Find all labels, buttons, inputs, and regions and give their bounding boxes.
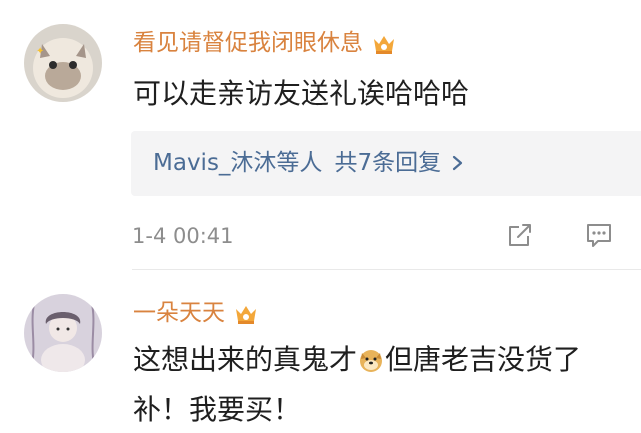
comment-text-part: 但唐老吉没货了	[385, 343, 582, 376]
doge-emoji-icon	[360, 350, 383, 372]
comment-icon[interactable]	[583, 219, 615, 251]
comment-text-line2: 补！我要买！	[133, 393, 302, 426]
comment-timestamp: 1-4 00:41	[132, 224, 234, 248]
comment-text: 这想出来的真鬼才 但唐老吉没货了	[133, 338, 581, 382]
share-icon[interactable]	[504, 219, 536, 251]
chevron-right-icon	[452, 155, 463, 171]
reply-preview-box[interactable]: Mavis_沐沐等人 共7条回复	[131, 131, 641, 196]
avatar[interactable]	[24, 294, 102, 372]
reply-summary[interactable]: Mavis_沐沐等人 共7条回复	[153, 147, 465, 179]
comment-text-part: 这想出来的真鬼才	[133, 343, 358, 376]
reply-count: 共7条回复	[334, 150, 442, 176]
comment-item: ✦ 看见请督促我闭眼休息 可以走亲访友送礼诶哈哈哈 Mavis_沐沐等人 共7条回…	[0, 0, 641, 270]
comment-text: 可以走亲访友送礼诶哈哈哈	[133, 77, 470, 110]
reply-users: Mavis_沐沐等人	[153, 150, 323, 176]
avatar[interactable]: ✦	[24, 24, 102, 102]
username[interactable]: 一朵天天	[133, 298, 259, 328]
username[interactable]: 看见请督促我闭眼休息	[133, 28, 397, 58]
username-text[interactable]: 一朵天天	[133, 300, 225, 326]
username-text[interactable]: 看见请督促我闭眼休息	[133, 30, 363, 56]
crown-badge-icon	[374, 35, 394, 54]
comment-item: 一朵天天 这想出来的真鬼才 但唐老吉没货了 补！我要买！	[0, 270, 641, 433]
svg-text:✦: ✦	[36, 46, 44, 57]
crown-badge-icon	[236, 305, 256, 324]
